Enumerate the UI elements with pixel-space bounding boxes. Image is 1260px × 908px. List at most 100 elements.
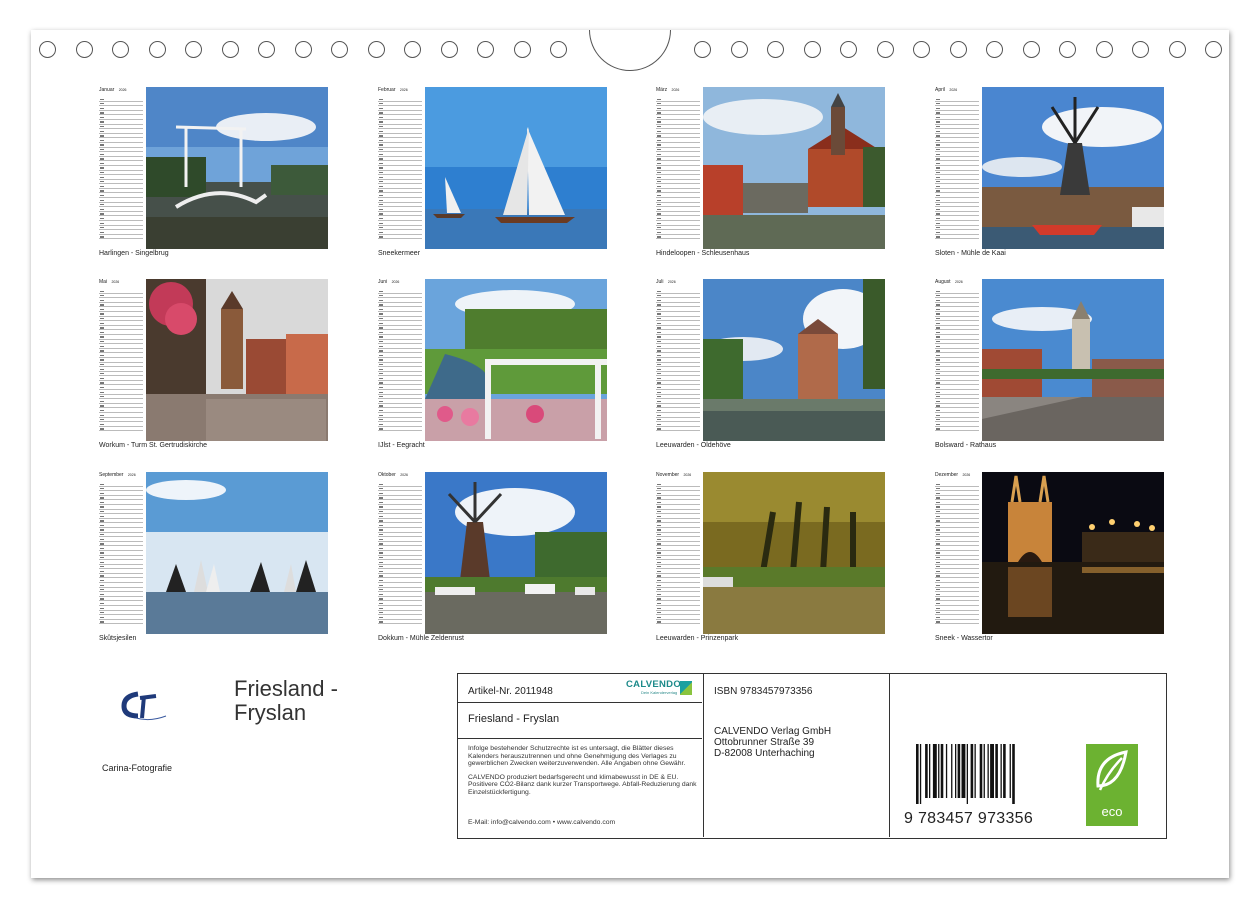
barcode-bar xyxy=(987,744,989,798)
day-line xyxy=(378,235,422,240)
binding-hole xyxy=(1205,41,1222,58)
day-line xyxy=(378,427,422,432)
binding-hole xyxy=(1168,41,1186,58)
month-title: Mai 2026 xyxy=(99,279,143,285)
binding-holes xyxy=(0,0,1260,80)
month-title: Februar 2026 xyxy=(378,87,422,93)
day-line xyxy=(378,620,422,625)
binding-hole xyxy=(986,41,1003,58)
month-name: Mai xyxy=(99,279,108,285)
photo-caption: Leeuwarden - Oldehöve xyxy=(656,442,731,449)
mini-calendar: November 2026 xyxy=(656,472,700,634)
month-year: 2026 xyxy=(683,473,692,477)
barcode xyxy=(916,744,1015,804)
photo-caption: Sneekermeer xyxy=(378,250,421,257)
binding-hole xyxy=(367,41,385,58)
month-year: 2026 xyxy=(127,473,136,477)
month-photo xyxy=(703,472,885,634)
month-photo xyxy=(425,472,607,634)
barcode-bar xyxy=(966,744,968,804)
barcode-bar xyxy=(938,744,940,798)
binding-hole xyxy=(331,41,348,58)
barcode-bar xyxy=(919,744,922,804)
mini-calendar: Februar 2026 xyxy=(378,87,422,249)
month-preview: Juli 2026 Leeuwarden - Oldehöve xyxy=(656,279,886,454)
mini-calendar: April 2026 xyxy=(935,87,979,249)
day-line xyxy=(99,427,143,432)
month-year: 2026 xyxy=(391,280,400,284)
month-title: März 2026 xyxy=(656,87,700,93)
month-photo xyxy=(146,472,328,634)
barcode-bar xyxy=(983,744,985,798)
barcode-bar xyxy=(970,744,974,798)
mini-calendar: März 2026 xyxy=(656,87,700,249)
barcode-bar xyxy=(951,744,953,798)
month-name: Februar xyxy=(378,87,396,93)
photo-caption: Harlingen - Singelbrug xyxy=(99,250,169,257)
binding-hole xyxy=(148,41,166,58)
mini-calendar: August 2026 xyxy=(935,279,979,441)
month-name: Januar xyxy=(99,87,115,93)
month-photo xyxy=(425,279,607,441)
month-photo xyxy=(982,472,1164,634)
month-name: Juli xyxy=(656,279,664,285)
binding-hole xyxy=(39,41,56,58)
month-photo xyxy=(425,87,607,249)
leaf-icon xyxy=(1096,750,1128,791)
photo-caption: Leeuwarden - Prinzenpark xyxy=(656,635,739,642)
day-lines xyxy=(378,289,422,437)
title-row: Friesland - Fryslan xyxy=(458,703,702,739)
barcode-bar xyxy=(961,744,966,798)
month-preview: Juni 2026 IJlst - Eegracht xyxy=(378,279,608,454)
day-line xyxy=(656,427,700,432)
mini-calendar: Juli 2026 xyxy=(656,279,700,441)
day-lines xyxy=(378,482,422,630)
publisher-street: Ottobrunner Straße 39 xyxy=(714,737,815,748)
month-photo xyxy=(146,87,328,249)
binding-hole xyxy=(550,41,567,58)
month-name: April xyxy=(935,87,946,93)
barcode-bar xyxy=(916,744,919,804)
month-year: 2026 xyxy=(111,280,120,284)
month-year: 2026 xyxy=(671,88,680,92)
month-name: September xyxy=(99,472,124,478)
binding-hole xyxy=(477,41,494,58)
binding-hole xyxy=(876,41,894,58)
month-photo xyxy=(703,279,885,441)
mini-calendar: September 2026 xyxy=(99,472,143,634)
day-line xyxy=(656,620,700,625)
photo-caption: Sneek - Wassertor xyxy=(935,635,993,642)
month-preview: Januar 2026 Harlingen - Singelbrug xyxy=(99,87,329,262)
month-name: März xyxy=(656,87,668,93)
photo-caption: Skûtsjesilen xyxy=(99,635,137,642)
month-name: Juni xyxy=(378,279,388,285)
photo-caption: Bolsward - Rathaus xyxy=(935,442,997,449)
title-line-2: Fryslan xyxy=(234,700,307,725)
calvendo-tagline: Dein Kalenderverlag xyxy=(641,690,678,695)
binding-hole xyxy=(185,41,202,58)
day-lines xyxy=(99,97,143,245)
barcode-cell: 9 783457 973356 eco xyxy=(890,674,1165,837)
month-preview: September 2026 Skûtsjesilen xyxy=(99,472,329,647)
barcode-bar xyxy=(929,744,931,798)
month-title: September 2026 xyxy=(99,472,143,478)
legal-text: Infolge bestehender Schutzrechte ist es … xyxy=(468,745,704,803)
hanger-notch xyxy=(589,30,671,71)
binding-hole xyxy=(112,41,129,58)
barcode-bar xyxy=(995,744,998,798)
month-title: Juli 2026 xyxy=(656,279,700,285)
photo-caption: Hindeloopen - Schleusenhaus xyxy=(656,250,750,257)
month-title: Juni 2026 xyxy=(378,279,422,285)
day-lines xyxy=(99,482,143,630)
publisher-address: CALVENDO Verlag GmbH Ottobrunner Straße … xyxy=(714,726,831,759)
photo-caption: Workum - Turm St. Gertrudiskirche xyxy=(99,442,208,449)
day-line xyxy=(656,235,700,240)
day-lines xyxy=(656,482,700,630)
publisher-name: CALVENDO Verlag GmbH xyxy=(714,726,832,737)
month-preview: Oktober 2026 Dokkum - Mühle Zeldenrust xyxy=(378,472,608,647)
month-preview: Februar 2026 Sneekermeer xyxy=(378,87,608,262)
publisher-info-box: Artikel-Nr. 2011948 CALVENDO Dein Kalend… xyxy=(457,673,1167,839)
barcode-bar xyxy=(1009,744,1011,798)
day-line xyxy=(935,427,979,432)
month-preview: Mai 2026 Workum - Turm St. Gertrudiskirch… xyxy=(99,279,329,454)
